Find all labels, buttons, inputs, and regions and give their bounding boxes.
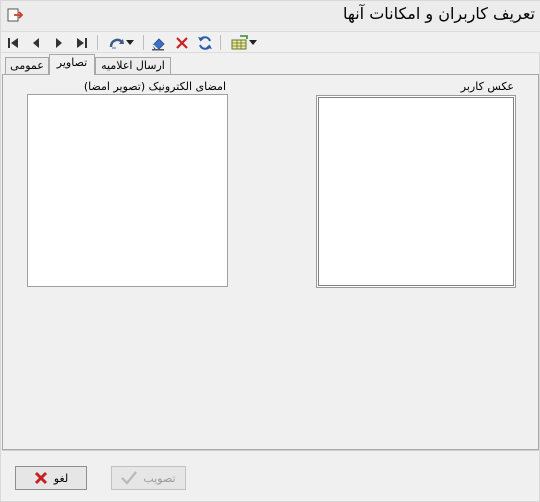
refresh-icon [198,35,212,50]
tab-strip: عمومی تصاویر ارسال اعلامیه [1,53,540,75]
redo-arrow-icon [109,38,124,49]
last-record-button[interactable] [74,34,90,51]
delete-button[interactable] [173,34,191,51]
toolbar-separator [97,35,98,50]
previous-record-button[interactable] [28,34,44,51]
user-definition-window: تعریف کاربران و امکانات آنها عمومی تصاوی… [0,0,540,502]
chevron-down-icon [126,39,134,45]
chevron-down-icon [249,39,257,45]
next-record-button[interactable] [51,34,67,51]
cancel-x-icon [34,471,47,485]
toolbar-separator [143,35,144,50]
toolbar [1,31,540,53]
toolbar-separator [220,35,221,50]
approve-label: تصویب [143,471,176,485]
user-photo-box[interactable] [316,95,516,288]
last-record-icon [77,37,87,48]
signature-image-box[interactable] [27,94,228,287]
next-record-icon [56,37,62,48]
refresh-button[interactable] [196,34,214,51]
user-photo-label: عکس کاربر [460,80,514,93]
tab-send-notice[interactable]: ارسال اعلامیه [95,57,171,74]
title-bar: تعریف کاربران و امکانات آنها [1,1,540,31]
grid-tools-dropdown-button[interactable] [226,34,262,51]
actions-dropdown-button[interactable] [104,34,138,51]
checkmark-icon [121,471,138,485]
signature-label: امضای الکترونیک (تصویر امضا) [83,80,226,93]
approve-button[interactable]: تصویب [111,466,186,490]
tab-general[interactable]: عمومی [5,57,49,74]
footer-divider [2,450,539,451]
delete-x-icon [176,36,188,49]
cancel-button[interactable]: لغو [15,466,87,490]
grid-tools-icon [231,34,248,49]
exit-form-icon[interactable] [7,7,24,23]
images-tab-panel: عکس کاربر امضای الکترونیک (تصویر امضا) [2,74,539,450]
previous-record-icon [33,37,39,48]
cancel-label: لغو [53,471,69,485]
first-record-button[interactable] [5,34,21,51]
edit-button[interactable] [150,34,168,51]
window-title: تعریف کاربران و امکانات آنها [342,4,535,23]
eraser-icon [152,37,165,51]
tab-images[interactable]: تصاویر [49,54,95,75]
first-record-icon [8,37,18,48]
